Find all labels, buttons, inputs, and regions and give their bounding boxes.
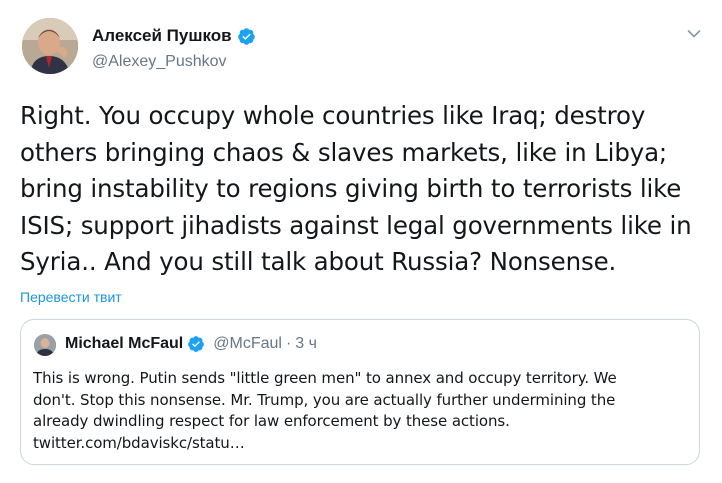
quoted-author-avatar[interactable] xyxy=(34,334,56,356)
tweet-text-line: Syria.. And you still talk about Russia?… xyxy=(20,247,617,276)
quoted-text-link[interactable]: twitter.com/bdaviskc/statu… xyxy=(33,433,695,455)
quoted-author-handle[interactable]: @McFaul xyxy=(213,335,282,353)
chevron-down-icon[interactable] xyxy=(686,26,702,42)
author-name[interactable]: Алексей Пушков xyxy=(92,26,256,46)
quoted-tweet-card[interactable]: Michael McFaul @McFaul · 3 ч This is wro… xyxy=(20,319,700,465)
author-handle[interactable]: @Alexey_Pushkov xyxy=(92,53,227,71)
quoted-tweet-text: This is wrong. Putin sends "little green… xyxy=(33,368,695,454)
quoted-text-line: already dwindling respect for law enforc… xyxy=(33,412,510,430)
quoted-author-name[interactable]: Michael McFaul xyxy=(65,335,183,353)
verified-badge-icon xyxy=(188,336,205,352)
tweet-text-line: ISIS; support jihadists against legal go… xyxy=(20,210,692,240)
tweet-text-line: Right. You occupy whole countries like I… xyxy=(20,101,646,130)
translate-tweet-link[interactable]: Перевести твит xyxy=(20,289,122,305)
author-avatar[interactable] xyxy=(22,18,78,74)
tweet-text: Right. You occupy whole countries like I… xyxy=(20,98,710,281)
author-name-text[interactable]: Алексей Пушков xyxy=(92,26,232,46)
separator-dot: · xyxy=(285,335,292,352)
quoted-text-line: This is wrong. Putin sends "little green… xyxy=(33,369,617,387)
verified-badge-icon xyxy=(237,27,255,45)
quoted-tweet-timestamp[interactable]: 3 ч xyxy=(295,335,317,353)
quoted-text-line: don't. Stop this nonsense. Mr. Trump, yo… xyxy=(33,390,616,409)
quoted-tweet-header: Michael McFaul @McFaul · 3 ч xyxy=(65,335,317,353)
tweet-text-line: bring instability to regions giving birt… xyxy=(20,174,682,203)
tweet-text-line: others bringing chaos & slaves markets, … xyxy=(20,137,668,167)
tweet: Алексей Пушков @Alexey_Pushkov Right. Yo… xyxy=(0,0,722,483)
